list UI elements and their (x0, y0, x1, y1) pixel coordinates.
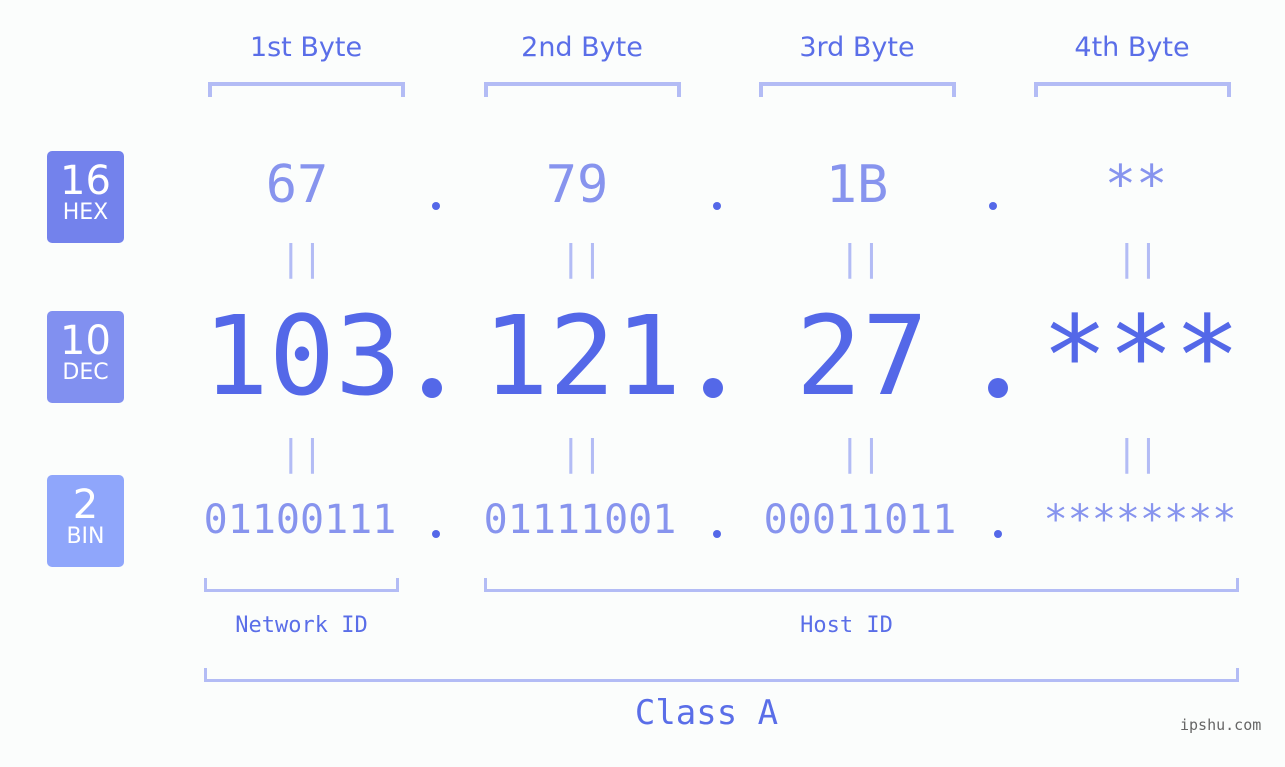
hex-badge: 16 HEX (47, 151, 124, 243)
bin-badge: 2 BIN (47, 475, 124, 567)
dec-separator-dot (988, 378, 1008, 398)
byte-bracket-1 (208, 82, 405, 97)
equals-sign: || (839, 238, 883, 279)
dec-badge: 10 DEC (47, 311, 124, 403)
hex-value-1: 67 (265, 155, 329, 215)
dec-value-1: 103 (202, 292, 402, 420)
byte-header-2: 2nd Byte (521, 32, 643, 63)
dec-value-4: *** (1041, 292, 1241, 420)
equals-sign: || (560, 238, 604, 279)
hex-separator-dot (432, 202, 440, 210)
network-id-bracket (204, 578, 399, 592)
byte-header-4: 4th Byte (1074, 32, 1190, 63)
network-id-label: Network ID (235, 613, 368, 638)
hex-badge-number: 16 (60, 158, 111, 204)
equals-sign: || (839, 433, 883, 474)
bin-value-3: 00011011 (763, 497, 957, 543)
byte-header-1: 1st Byte (249, 32, 363, 63)
dec-separator-dot (422, 378, 442, 398)
equals-sign: || (280, 433, 324, 474)
bin-value-4: ******** (1043, 497, 1237, 543)
dec-badge-number: 10 (60, 318, 111, 364)
host-id-label: Host ID (800, 613, 893, 638)
byte-bracket-4 (1034, 82, 1231, 97)
hex-value-2: 79 (545, 155, 609, 215)
equals-sign: || (1116, 238, 1160, 279)
hex-separator-dot (713, 202, 721, 210)
dec-value-2: 121 (482, 292, 682, 420)
hex-value-3: 1B (825, 155, 889, 215)
bin-separator-dot (994, 530, 1002, 538)
hex-badge-label: HEX (62, 200, 109, 225)
bin-badge-label: BIN (66, 524, 105, 549)
byte-bracket-3 (759, 82, 956, 97)
class-bracket (204, 668, 1239, 682)
equals-sign: || (280, 238, 324, 279)
class-label: Class A (634, 693, 779, 733)
hex-separator-dot (989, 202, 997, 210)
bin-value-2: 01111001 (483, 497, 677, 543)
bin-value-1: 01100111 (203, 497, 397, 543)
bin-separator-dot (713, 530, 721, 538)
dec-separator-dot (703, 378, 723, 398)
byte-header-3: 3rd Byte (799, 32, 915, 63)
watermark: ipshu.com (1180, 716, 1262, 734)
equals-sign: || (560, 433, 604, 474)
hex-value-4: ** (1104, 155, 1168, 215)
dec-value-3: 27 (795, 292, 929, 420)
bin-badge-number: 2 (72, 482, 99, 528)
equals-sign: || (1116, 433, 1160, 474)
bin-separator-dot (432, 530, 440, 538)
host-id-bracket (484, 578, 1239, 592)
byte-bracket-2 (484, 82, 681, 97)
dec-badge-label: DEC (62, 360, 109, 385)
